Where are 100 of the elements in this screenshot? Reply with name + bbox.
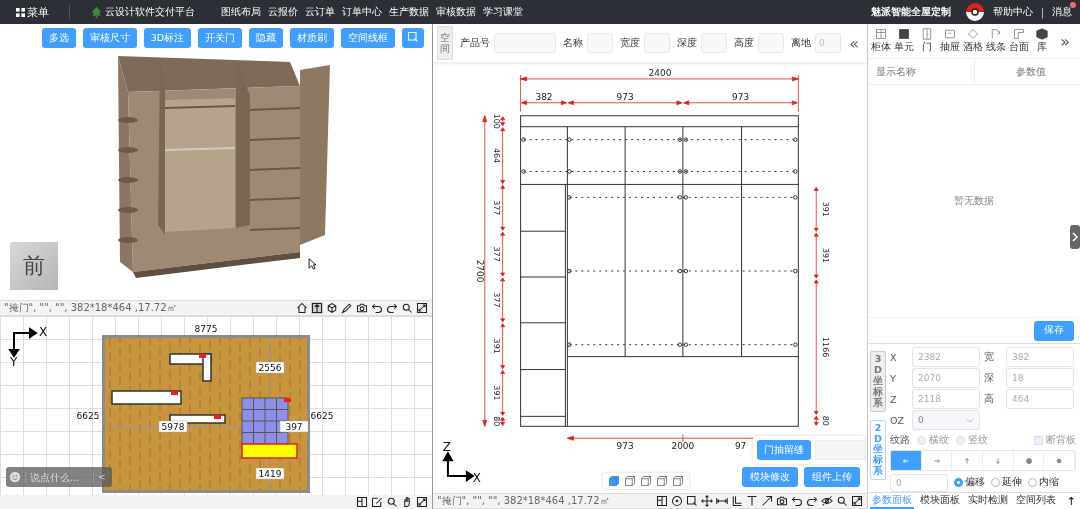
tool-button[interactable]: 门: [916, 28, 938, 54]
nav-link[interactable]: 生产数据: [389, 5, 429, 19]
drawer-icon: [944, 28, 956, 40]
field-label: 纹路: [890, 433, 910, 447]
dimension-label: 80: [491, 416, 501, 427]
undo-icon[interactable]: [371, 302, 383, 314]
layout-icon[interactable]: [656, 495, 668, 507]
coordinate-tab[interactable]: 2D坐标系: [870, 419, 886, 481]
panel-tab[interactable]: 实时检测: [966, 493, 1010, 509]
tool-button[interactable]: 线条: [985, 28, 1007, 54]
cube-view-icon[interactable]: [672, 475, 684, 487]
layout-icon[interactable]: [356, 496, 368, 508]
camera-icon[interactable]: [356, 302, 368, 314]
field-label: 产品号: [460, 36, 490, 50]
option-label: 延伸: [1002, 476, 1022, 489]
nav-link[interactable]: 云报价: [268, 5, 298, 19]
option-label: 偏移: [965, 476, 985, 489]
input-field[interactable]: 0: [890, 473, 948, 492]
coordinate-tab[interactable]: 3D坐标系: [870, 351, 886, 412]
dimension-label: 464: [491, 147, 501, 164]
zoom-icon[interactable]: [836, 495, 848, 507]
field-label: 深: [984, 371, 995, 385]
redo-icon[interactable]: [386, 302, 398, 314]
dimension-tag: 397: [279, 420, 309, 433]
scroll-top-button[interactable]: ↑: [1062, 494, 1080, 508]
tool-button[interactable]: 柜体: [870, 28, 892, 54]
text-tool-icon[interactable]: [746, 495, 758, 507]
tool-button[interactable]: 酒格: [962, 28, 984, 54]
hand-icon[interactable]: [401, 496, 413, 508]
panel-tab[interactable]: 模块面板: [918, 493, 962, 509]
panel-tab[interactable]: 空间列表: [1014, 493, 1058, 509]
zoom-icon[interactable]: [401, 302, 413, 314]
hide-icon[interactable]: [821, 495, 833, 507]
tool-button[interactable]: 单元: [893, 28, 915, 54]
dimension-label: 391: [491, 385, 501, 401]
menu-button[interactable]: 菜单: [16, 4, 49, 20]
panel-tab[interactable]: 参数面板: [870, 493, 914, 509]
corner-icon[interactable]: [731, 495, 743, 507]
axis-arrows-icon: [442, 451, 475, 482]
diamond-icon: [967, 28, 979, 40]
view-cube[interactable]: 前: [10, 242, 58, 290]
axis-label: X: [472, 471, 481, 486]
fullscreen-icon[interactable]: [416, 496, 428, 508]
smiley-icon: [9, 471, 21, 483]
zoom-icon[interactable]: [386, 496, 398, 508]
dimension-label: 377: [491, 292, 501, 308]
tool-button[interactable]: 库: [1031, 28, 1053, 54]
input-field[interactable]: 0: [815, 33, 841, 53]
cabinet-icon: [875, 28, 887, 40]
expand-button[interactable]: »: [1054, 30, 1076, 52]
nav-link[interactable]: 学习课堂: [483, 5, 523, 19]
cube-view-icon[interactable]: [640, 475, 652, 487]
edit-icon[interactable]: [371, 496, 383, 508]
cube-view-icon[interactable]: [608, 475, 620, 487]
dimension-label: 973: [732, 91, 750, 102]
space-tab[interactable]: 空间: [437, 26, 453, 60]
plan-view-icon[interactable]: [311, 302, 323, 314]
home-icon[interactable]: [296, 302, 308, 314]
grid-icon: [16, 7, 25, 17]
tool-button[interactable]: 台面: [1008, 28, 1030, 54]
collapse-button[interactable]: <: [93, 472, 110, 482]
cube-view-icon[interactable]: [656, 475, 668, 487]
dimension-tag: 5978: [158, 420, 188, 433]
pen-icon[interactable]: [341, 302, 353, 314]
tool-button[interactable]: 抽屉: [939, 28, 961, 54]
grid-icon: [898, 28, 910, 40]
nav-link[interactable]: 图纸布局: [221, 5, 261, 19]
camera-icon[interactable]: [776, 495, 788, 507]
column-header: 显示名称: [875, 64, 917, 79]
cube-icon[interactable]: [326, 302, 338, 314]
nav-link[interactable]: 订单中心: [342, 5, 382, 19]
avatar-icon[interactable]: [964, 2, 985, 22]
fullscreen-icon[interactable]: [851, 495, 863, 507]
option-label: 横纹: [929, 433, 949, 447]
arrow-icon[interactable]: [761, 495, 773, 507]
dimension-label: 80: [821, 415, 830, 426]
axis-label: Y: [10, 355, 18, 369]
fullscreen-icon[interactable]: [416, 302, 428, 314]
cube-view-icon[interactable]: [624, 475, 636, 487]
width-icon[interactable]: [716, 495, 728, 507]
target-icon[interactable]: [671, 495, 683, 507]
nav-link[interactable]: 云订单: [305, 5, 335, 19]
side-handle-icon[interactable]: [1070, 225, 1080, 249]
collapse-button[interactable]: «: [849, 33, 859, 53]
chat-input[interactable]: 说点什么... <: [6, 467, 112, 487]
select-icon[interactable]: [686, 495, 698, 507]
radio-button[interactable]: [954, 478, 963, 487]
messages-link[interactable]: 消息: [1052, 5, 1072, 19]
move-icon[interactable]: [701, 495, 713, 507]
undo-icon[interactable]: [791, 495, 803, 507]
help-link[interactable]: 帮助中心: [992, 5, 1033, 19]
nav-link[interactable]: 审核数据: [436, 5, 476, 19]
field-label: 名称: [563, 36, 583, 50]
dimension-label: 391: [821, 248, 830, 264]
field-label: Z: [890, 393, 898, 405]
line-icon: [990, 28, 1002, 40]
exit-button[interactable]: [402, 28, 424, 48]
countertop-icon: [1013, 28, 1025, 40]
axis-arrows-icon: [8, 327, 38, 358]
redo-icon[interactable]: [806, 495, 818, 507]
